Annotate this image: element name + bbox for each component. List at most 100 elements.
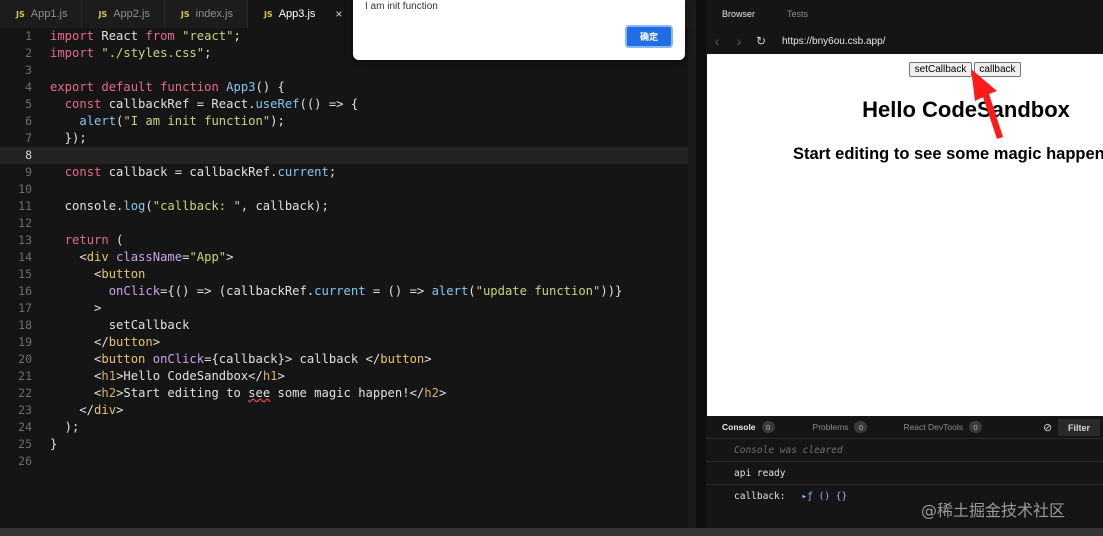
tab-tests[interactable]: Tests (771, 9, 824, 19)
code-text: </div> (50, 402, 123, 419)
code-token: button (101, 267, 146, 281)
filter-button[interactable]: Filter (1058, 419, 1100, 436)
forward-icon[interactable]: › (728, 33, 750, 49)
code-area[interactable]: 1 import React from "react"; 2 import "./st… (0, 28, 696, 470)
code-token: = () => (365, 284, 432, 298)
tab-browser[interactable]: Browser (706, 9, 771, 19)
code-token: < (50, 386, 102, 400)
code-line[interactable]: 5 const callbackRef = React.useRef(() =>… (0, 96, 696, 113)
code-line[interactable]: 24 ); (0, 419, 696, 436)
code-line[interactable]: 23 </div> (0, 402, 696, 419)
reload-icon[interactable]: ↻ (750, 34, 772, 48)
code-line[interactable]: 22 <h2>Start editing to see some magic h… (0, 385, 696, 402)
code-line[interactable]: 10 (0, 181, 696, 198)
code-line[interactable]: 11 console.log("callback: ", callback); (0, 198, 696, 215)
code-text: <h2>Start editing to see some magic happ… (50, 385, 446, 402)
code-token: ; (204, 46, 212, 60)
preview-tab-bar: Browser Tests (706, 0, 1103, 28)
code-token: < (50, 250, 87, 264)
code-line[interactable]: 18 setCallback (0, 317, 696, 334)
code-token: > (424, 352, 432, 366)
code-token: button (380, 352, 425, 366)
code-token: ={callback}> callback </ (204, 352, 381, 366)
tab-index-js[interactable]: JS index.js (165, 0, 248, 28)
code-token: div (86, 250, 109, 264)
code-token: }); (50, 131, 87, 145)
code-token: h2 (101, 386, 117, 400)
console-message: callback: (734, 490, 786, 502)
url-bar[interactable]: https://bny6ou.csb.app/ (778, 31, 1103, 51)
tab-label: index.js (195, 8, 233, 20)
code-token: } (50, 437, 58, 451)
code-line[interactable]: 15 <button (0, 266, 696, 283)
code-line[interactable]: 21 <h1>Hello CodeSandbox</h1> (0, 368, 696, 385)
code-text: <h1>Hello CodeSandbox</h1> (50, 368, 285, 385)
code-token: onClick (152, 352, 205, 366)
pane-divider[interactable] (696, 0, 706, 528)
code-line[interactable]: 6 alert("I am init function"); (0, 113, 696, 130)
code-line[interactable]: 26 (0, 453, 696, 470)
tab-react-devtools[interactable]: React DevTools 0 (867, 421, 982, 433)
code-token: ); (270, 114, 285, 128)
tab-label: React DevTools (903, 422, 963, 432)
code-line[interactable]: 3 (0, 62, 696, 79)
editor-scrollbar[interactable] (688, 28, 696, 528)
clear-console-icon[interactable]: ⊘ (1043, 421, 1052, 434)
code-text: import React from "react"; (50, 28, 241, 45)
tab-app2-js[interactable]: JS App2.js (82, 0, 165, 28)
code-editor[interactable]: JS App1.js JS App2.js JS index.js JS App… (0, 0, 696, 528)
code-token: function (160, 80, 219, 94)
code-text: > (50, 300, 101, 317)
code-token: > (226, 250, 234, 264)
code-text: return ( (50, 232, 124, 249)
line-number: 8 (25, 148, 32, 162)
code-token: </ (50, 335, 109, 349)
js-file-icon: JS (16, 9, 25, 19)
count-badge: 0 (761, 421, 775, 433)
code-token: ( (108, 233, 124, 247)
line-number: 17 (18, 301, 32, 315)
alert-message: I am init function (365, 1, 438, 12)
code-line[interactable]: 20 <button onClick={callback}> callback … (0, 351, 696, 368)
back-icon[interactable]: ‹ (706, 33, 728, 49)
code-text: onClick={() => (callbackRef.current = ()… (50, 283, 623, 300)
line-number: 26 (18, 454, 32, 468)
expandable-function-value[interactable]: ▸ƒ () {} (801, 491, 847, 502)
code-token: h1 (101, 369, 117, 383)
tab-app1-js[interactable]: JS App1.js (0, 0, 83, 28)
code-line[interactable]: 8 (0, 147, 696, 164)
code-token: callback = callbackRef. (101, 165, 278, 179)
code-line[interactable]: 12 (0, 215, 696, 232)
console-row: api ready (706, 461, 1103, 484)
js-file-icon: JS (98, 9, 108, 19)
code-line[interactable]: 9 const callback = callbackRef.current; (0, 164, 696, 181)
code-line[interactable]: 17 > (0, 300, 696, 317)
code-text: <button onClick={callback}> callback </b… (50, 351, 432, 368)
tab-problems[interactable]: Problems 0 (775, 421, 868, 433)
console-message: Console was cleared (734, 444, 843, 456)
code-token: > (50, 301, 102, 315)
code-line[interactable]: 16 onClick={() => (callbackRef.current =… (0, 283, 696, 300)
alert-ok-button[interactable]: 确定 (625, 25, 673, 48)
code-line[interactable]: 14 <div className="App"> (0, 249, 696, 266)
code-token: import (50, 46, 95, 60)
code-line[interactable]: 13 return ( (0, 232, 696, 249)
close-tab-icon[interactable]: × (335, 7, 342, 21)
tab-app3-js[interactable]: JS App3.js × (247, 0, 358, 28)
code-token: const (64, 165, 102, 179)
code-line[interactable]: 19 </button> (0, 334, 696, 351)
set-callback-button[interactable]: setCallback (909, 62, 972, 77)
code-line[interactable]: 4 export default function App3() { (0, 79, 696, 96)
line-number: 14 (18, 250, 32, 264)
line-number: 4 (25, 80, 32, 94)
tab-console[interactable]: Console 0 (706, 421, 775, 433)
code-token: >Hello CodeSandbox</ (116, 369, 263, 383)
code-token: < (50, 267, 102, 281)
code-line[interactable]: 7 }); (0, 130, 696, 147)
code-token: < (50, 369, 102, 383)
code-line[interactable]: 25} (0, 436, 696, 453)
code-token: h2 (424, 386, 439, 400)
